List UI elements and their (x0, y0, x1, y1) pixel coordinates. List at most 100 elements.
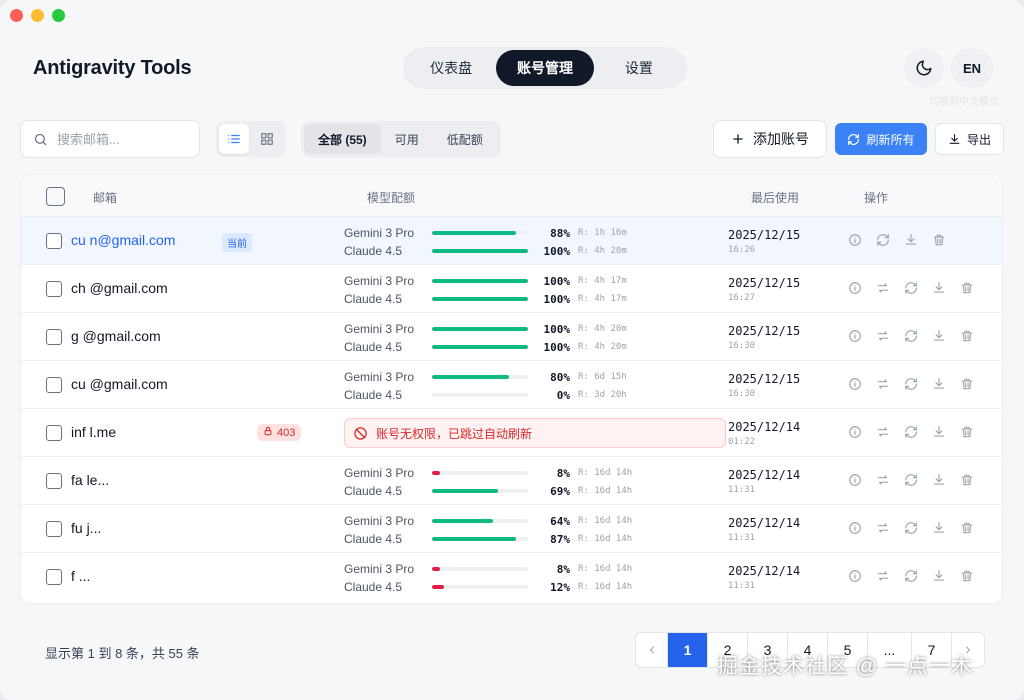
list-view-button[interactable] (219, 124, 249, 154)
delete-button[interactable] (931, 232, 947, 248)
switch-button[interactable] (875, 520, 891, 536)
refresh-button[interactable] (903, 568, 919, 584)
row-checkbox[interactable] (46, 377, 62, 393)
ban-icon (353, 426, 368, 441)
table-row[interactable]: cu n@gmail.com 当前 Gemini 3 Pro 88% R: 1h … (21, 217, 1002, 265)
details-button[interactable] (847, 568, 863, 584)
delete-button[interactable] (959, 520, 975, 536)
row-actions (847, 568, 975, 584)
details-button[interactable] (847, 328, 863, 344)
prev-page-button[interactable] (636, 633, 668, 667)
download-button[interactable] (931, 328, 947, 344)
quota-bar (432, 393, 528, 397)
details-button[interactable] (847, 520, 863, 536)
row-checkbox[interactable] (46, 473, 62, 489)
switch-button[interactable] (875, 568, 891, 584)
language-button[interactable]: EN (951, 48, 993, 88)
grid-view-button[interactable] (252, 124, 282, 154)
filter-all[interactable]: 全部 (55) (304, 124, 381, 154)
filter-low-quota[interactable]: 低配额 (433, 124, 497, 154)
row-checkbox[interactable] (46, 569, 62, 585)
quota-bar-fill (432, 537, 516, 541)
switch-button[interactable] (875, 328, 891, 344)
maximize-window-button[interactable] (52, 9, 65, 22)
row-checkbox[interactable] (46, 329, 62, 345)
table-row[interactable]: inf l.me 403 账号无权限，已跳过自动刷新 2025/12/14 01:22 (21, 409, 1002, 457)
refresh-button[interactable] (903, 376, 919, 392)
add-account-button[interactable]: 添加账号 (713, 120, 827, 158)
download-button[interactable] (931, 520, 947, 536)
details-button[interactable] (847, 472, 863, 488)
page-button[interactable]: 1 (668, 633, 708, 667)
details-button[interactable] (847, 232, 863, 248)
quota-reset: R: 16d 14h (578, 468, 633, 478)
row-checkbox[interactable] (46, 521, 62, 537)
refresh-button[interactable] (903, 280, 919, 296)
details-button[interactable] (847, 424, 863, 440)
tab-settings[interactable]: 设置 (594, 50, 684, 86)
table-row[interactable]: ch @gmail.com Gemini 3 Pro 100% R: 4h 17… (21, 265, 1002, 313)
model-name: Gemini 3 Pro (344, 226, 415, 240)
switch-button[interactable] (875, 376, 891, 392)
refresh-button[interactable] (903, 424, 919, 440)
delete-button[interactable] (959, 424, 975, 440)
delete-button[interactable] (959, 280, 975, 296)
download-button[interactable] (931, 472, 947, 488)
delete-button[interactable] (959, 376, 975, 392)
row-checkbox[interactable] (46, 233, 62, 249)
app-window: Antigravity Tools 仪表盘 账号管理 设置 EN 切换到中文模式… (0, 0, 1024, 700)
download-icon (932, 329, 946, 343)
download-button[interactable] (903, 232, 919, 248)
quota-bar (432, 519, 528, 523)
quota-bar (432, 537, 528, 541)
account-email: f ... (71, 568, 91, 584)
watermark: 掘金技术社区 @ 一点一木 (717, 655, 973, 678)
add-account-label: 添加账号 (753, 131, 809, 147)
close-window-button[interactable] (10, 9, 23, 22)
minimize-window-button[interactable] (31, 9, 44, 22)
table-row[interactable]: fa le... Gemini 3 Pro 8% R: 16d 14h Clau… (21, 457, 1002, 505)
header-quota: 模型配额 (367, 191, 416, 205)
tab-accounts[interactable]: 账号管理 (496, 50, 594, 86)
switch-button[interactable] (875, 424, 891, 440)
download-button[interactable] (931, 376, 947, 392)
table-row[interactable]: fu j... Gemini 3 Pro 64% R: 16d 14h Clau… (21, 505, 1002, 553)
refresh-button[interactable] (903, 520, 919, 536)
export-button[interactable]: 导出 (935, 123, 1004, 155)
quota-percent: 69% (550, 484, 570, 498)
delete-button[interactable] (959, 472, 975, 488)
download-button[interactable] (931, 568, 947, 584)
refresh-button[interactable] (903, 472, 919, 488)
account-email: cu n@gmail.com (71, 232, 176, 248)
table-row[interactable]: cu @gmail.com Gemini 3 Pro 80% R: 6d 15h… (21, 361, 1002, 409)
delete-button[interactable] (959, 328, 975, 344)
select-all-checkbox[interactable] (46, 187, 65, 206)
switch-button[interactable] (875, 472, 891, 488)
download-button[interactable] (931, 280, 947, 296)
row-checkbox[interactable] (46, 281, 62, 297)
delete-button[interactable] (959, 568, 975, 584)
search-box[interactable] (20, 120, 200, 158)
pagination-summary: 显示第 1 到 8 条，共 55 条 (45, 646, 200, 661)
table-row[interactable]: g @gmail.com Gemini 3 Pro 100% R: 4h 20m… (21, 313, 1002, 361)
search-input[interactable] (57, 131, 177, 147)
refresh-button[interactable] (903, 328, 919, 344)
table-row[interactable]: f ... Gemini 3 Pro 8% R: 16d 14h Claude … (21, 553, 1002, 601)
refresh-all-button[interactable]: 刷新所有 (835, 123, 927, 155)
details-button[interactable] (847, 280, 863, 296)
account-email: fu j... (71, 520, 102, 536)
refresh-icon (904, 569, 918, 583)
refresh-icon (904, 473, 918, 487)
filter-available[interactable]: 可用 (381, 124, 433, 154)
switch-button[interactable] (875, 280, 891, 296)
details-button[interactable] (847, 376, 863, 392)
refresh-button[interactable] (875, 232, 891, 248)
window-controls (10, 9, 65, 22)
theme-toggle-button[interactable] (904, 48, 944, 88)
row-checkbox[interactable] (46, 425, 62, 441)
last-used-date: 2025/12/15 (728, 228, 801, 242)
tab-dashboard[interactable]: 仪表盘 (406, 50, 496, 86)
quota-percent: 100% (543, 244, 571, 258)
download-button[interactable] (931, 424, 947, 440)
model-name: Claude 4.5 (344, 580, 403, 594)
